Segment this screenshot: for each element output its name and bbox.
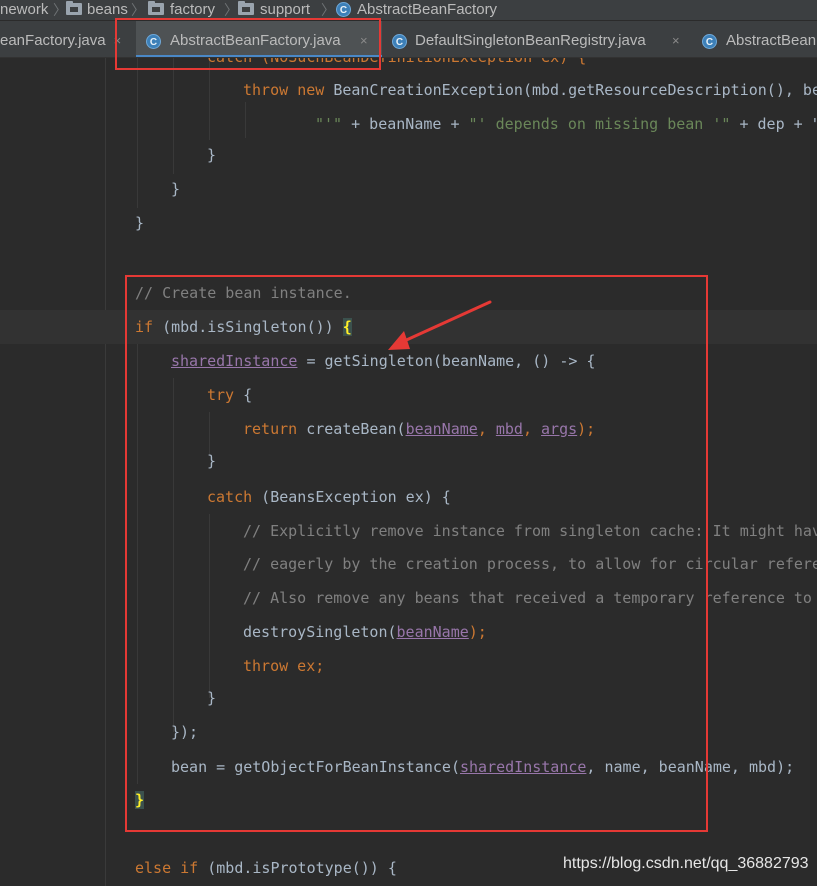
annotation-arrow-icon bbox=[388, 300, 492, 350]
watermark: https://blog.csdn.net/qq_36882793 bbox=[563, 855, 809, 872]
